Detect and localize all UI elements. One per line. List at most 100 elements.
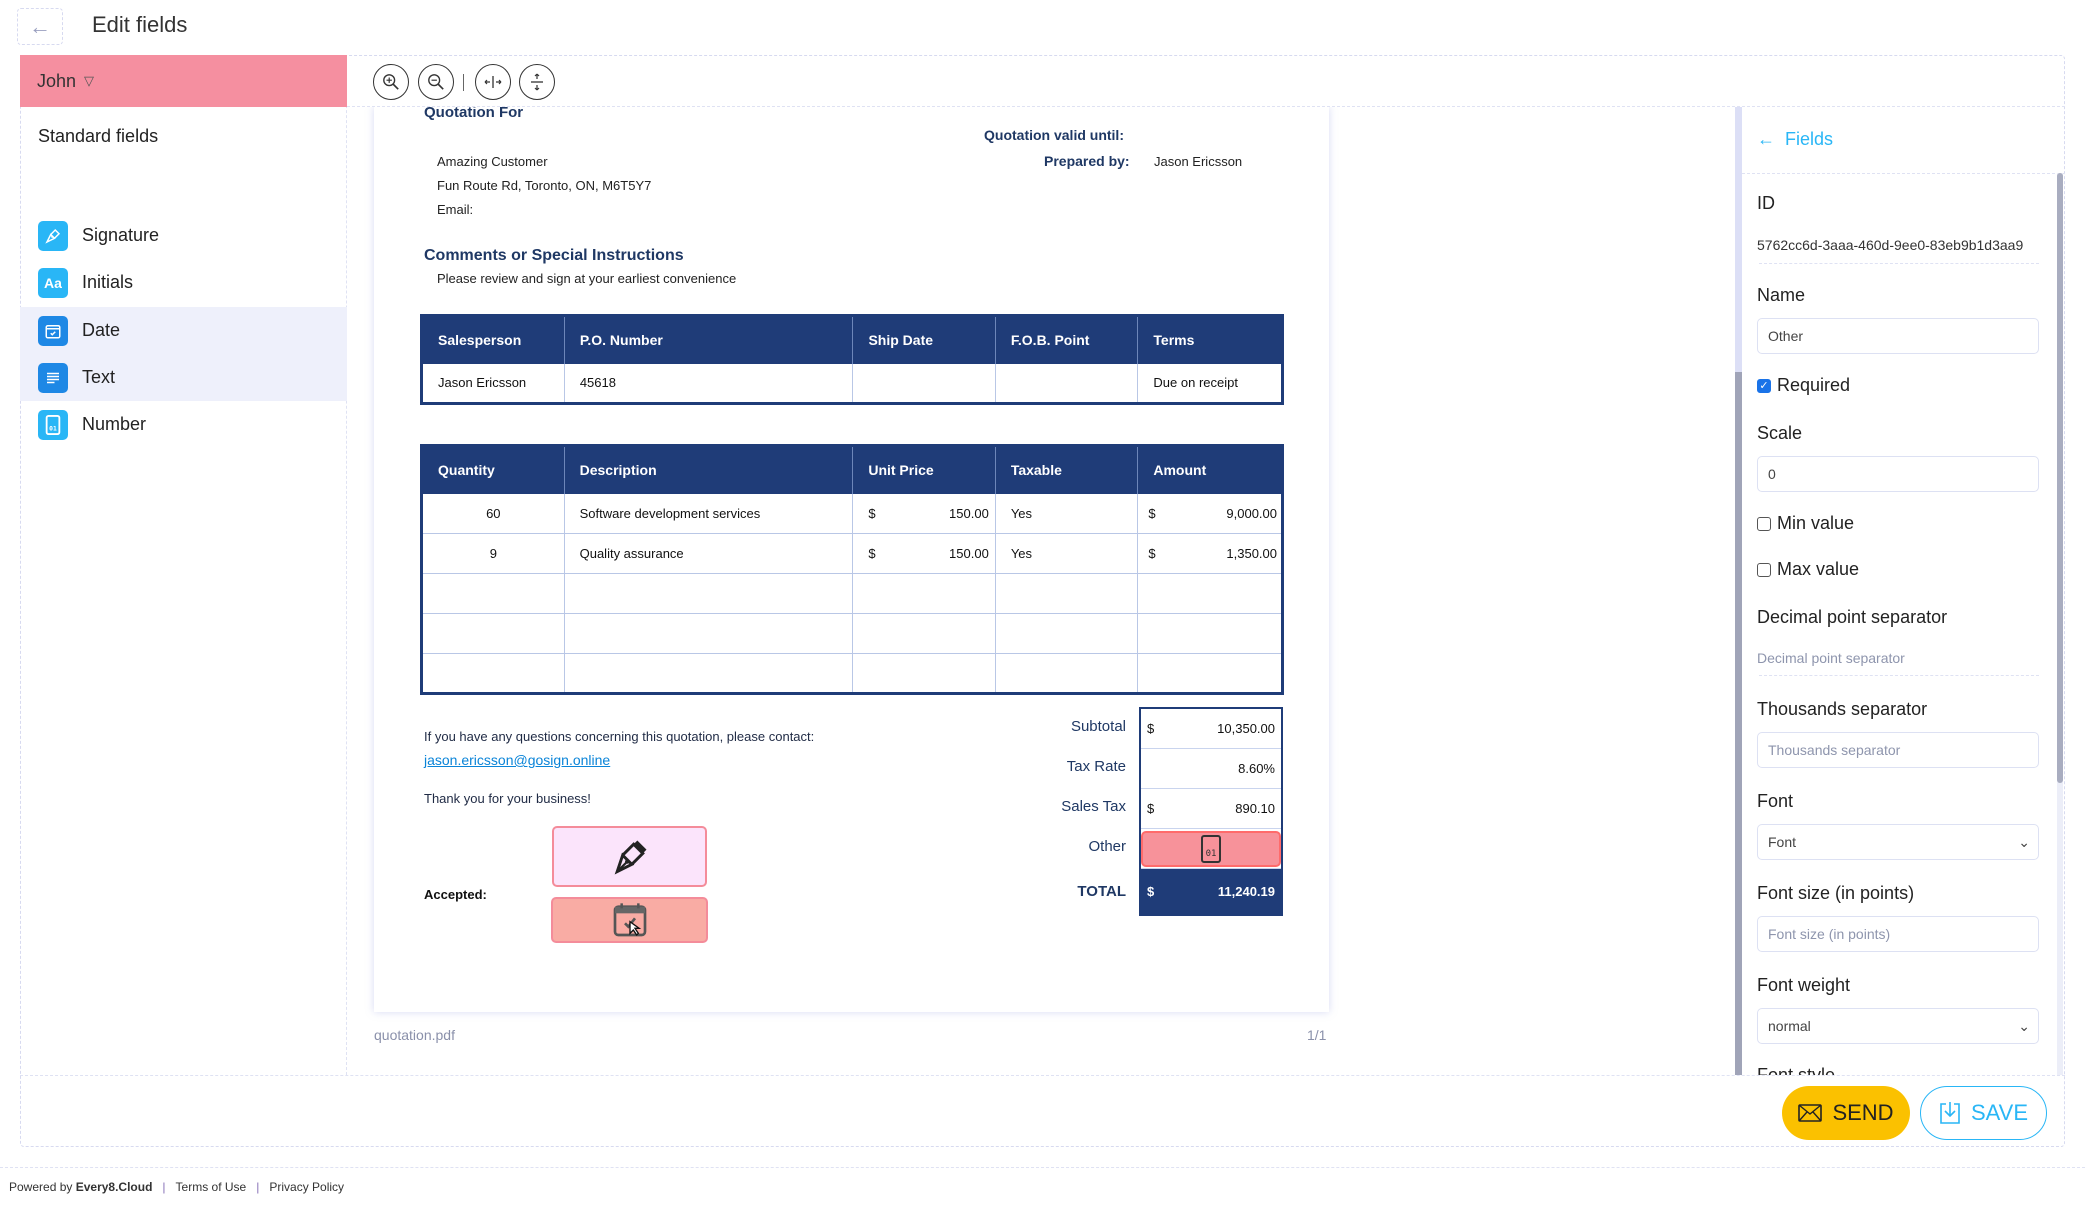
table-cell: Jason Ericsson (421, 363, 565, 404)
font-select[interactable]: Font ⌄ (1757, 824, 2039, 860)
font-style-label-partial: Font style (1757, 1065, 1836, 1075)
total-label: TOTAL (1077, 883, 1126, 900)
valid-until-label: Quotation valid until: (984, 127, 1124, 143)
back-button[interactable]: ← (17, 8, 63, 45)
toolbar-divider (463, 74, 464, 91)
contact-email-link[interactable]: jason.ericsson@gosign.online (424, 752, 610, 768)
quantity-cell: 9 (421, 533, 565, 574)
field-properties-panel: ← Fields ID 5762cc6d-3aaa-460d-9ee0-83eb… (1742, 107, 2065, 1075)
font-label: Font (1757, 791, 1794, 811)
font-size-input[interactable]: Font size (in points) (1757, 916, 2039, 952)
scrollbar-thumb[interactable] (2057, 173, 2063, 783)
terms-link[interactable]: Terms of Use (176, 1180, 247, 1194)
sidebar-item-signature[interactable]: Signature (20, 212, 347, 259)
scale-label: Scale (1757, 423, 1803, 443)
column-header: P.O. Number (564, 315, 854, 364)
column-header: Salesperson (421, 315, 565, 364)
accepted-label: Accepted: (424, 887, 487, 902)
prepared-by-label: Prepared by: (1044, 153, 1130, 169)
calendar-check-icon (613, 903, 646, 937)
max-value-checkbox[interactable]: Max value (1757, 559, 1859, 580)
thousands-separator-input[interactable]: Thousands separator (1757, 732, 2039, 768)
font-select-value: Font (1768, 834, 1797, 850)
action-bar: SEND SAVE (20, 1075, 2065, 1147)
decimal-separator-label: Decimal point separator (1757, 607, 1948, 627)
page-indicator: 1/1 (1307, 1027, 1327, 1043)
date-field[interactable] (551, 897, 708, 943)
sidebar-item-text[interactable]: Text (20, 354, 347, 401)
signature-field[interactable] (552, 826, 707, 887)
scale-input[interactable]: 0 (1757, 456, 2039, 492)
fit-width-button[interactable] (475, 64, 511, 100)
table-row: Jason Ericsson 45618 Due on receipt (421, 363, 1283, 404)
table-cell: Due on receipt (1137, 363, 1283, 404)
required-checkbox[interactable]: ✓ Required (1757, 375, 1850, 396)
column-header: Taxable (995, 445, 1139, 494)
amount-value: 1,350.00 (1226, 546, 1277, 561)
font-weight-label: Font weight (1757, 975, 1851, 995)
scrollbar-thumb[interactable] (1735, 372, 1742, 1075)
sidebar-item-date[interactable]: Date (20, 307, 347, 354)
number-icon: 01 (38, 409, 68, 440)
save-button[interactable]: SAVE (1920, 1086, 2047, 1140)
fit-height-button[interactable] (519, 64, 555, 100)
back-to-fields-link[interactable]: ← Fields (1757, 129, 1833, 150)
panel-divider (1742, 173, 2065, 174)
contact-text: If you have any questions concerning thi… (424, 729, 815, 744)
file-name: quotation.pdf (374, 1027, 455, 1043)
currency-symbol: $ (868, 546, 876, 561)
footer-separator: | (162, 1179, 166, 1194)
decimal-separator-input[interactable]: Decimal point separator (1757, 650, 2039, 666)
column-header: Amount (1137, 445, 1283, 494)
viewer-toolbar (347, 55, 2065, 107)
id-underline (1759, 263, 2039, 264)
currency-symbol: $ (1147, 801, 1155, 816)
sidebar-item-initials[interactable]: Aa Initials (20, 259, 347, 306)
send-button[interactable]: SEND (1782, 1086, 1910, 1140)
unit-price-cell: $150.00 (852, 533, 996, 574)
other-row: 01 (1141, 829, 1281, 869)
amount-cell: $9,000.00 (1137, 493, 1283, 534)
number-field-other[interactable]: 01 (1141, 830, 1281, 867)
subtotal-label: Subtotal (1070, 718, 1126, 735)
zoom-out-button[interactable] (418, 64, 454, 100)
text-lines-icon (38, 362, 68, 393)
currency-symbol: $ (1147, 884, 1155, 899)
document-viewer[interactable]: Quotation For Quotation valid until: Pre… (347, 107, 1735, 1075)
page-footer: Powered by Every8.Cloud | Terms of Use |… (0, 1167, 2085, 1205)
sidebar-item-number[interactable]: 01 Number (20, 401, 347, 448)
back-to-fields-label: Fields (1785, 129, 1834, 149)
totals-table: $10,350.00 8.60% $890.10 01 $11,240.19 (1139, 707, 1283, 916)
sales-tax-row: $890.10 (1141, 789, 1281, 829)
mouse-cursor-icon (628, 920, 641, 937)
amount-cell: $1,350.00 (1137, 533, 1283, 574)
currency-symbol: $ (1148, 546, 1156, 561)
font-weight-select[interactable]: normal ⌄ (1757, 1008, 2039, 1044)
min-value-checkbox[interactable]: Min value (1757, 513, 1854, 534)
brand-name: Every8.Cloud (75, 1179, 153, 1194)
column-header: F.O.B. Point (995, 315, 1139, 364)
tax-rate-row: 8.60% (1141, 749, 1281, 789)
viewer-scrollbar[interactable] (1735, 107, 1742, 1075)
sales-tax-label: Sales Tax (1061, 798, 1126, 815)
order-info-table: Salesperson P.O. Number Ship Date F.O.B.… (420, 314, 1284, 405)
fit-width-icon (484, 76, 502, 88)
currency-symbol: $ (868, 505, 876, 521)
customer-address: Fun Route Rd, Toronto, ON, M6T5Y7 (437, 178, 652, 193)
zoom-in-button[interactable] (373, 64, 409, 100)
footer-separator: | (256, 1179, 260, 1194)
required-label: Required (1777, 375, 1851, 395)
table-row: 9 Quality assurance $150.00 Yes $1,350.0… (421, 533, 1283, 574)
privacy-link[interactable]: Privacy Policy (269, 1180, 344, 1194)
other-label: Other (1088, 838, 1126, 855)
sidebar-item-label: Signature (82, 225, 160, 245)
column-header: Description (564, 445, 854, 494)
zoom-in-icon (383, 74, 399, 90)
quantity-cell: 60 (421, 493, 565, 534)
name-input[interactable]: Other (1757, 318, 2039, 354)
panel-scrollbar[interactable] (2057, 173, 2063, 1075)
font-weight-select-value: normal (1768, 1018, 1811, 1034)
table-row-empty (421, 573, 1283, 614)
signer-selector[interactable]: John ▽ (20, 55, 347, 107)
table-row-empty (421, 613, 1283, 654)
